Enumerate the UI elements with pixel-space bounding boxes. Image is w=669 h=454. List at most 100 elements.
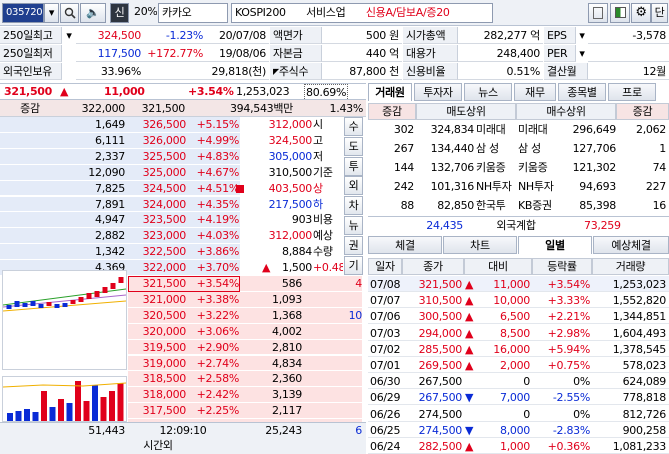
ask-price[interactable]: 325,500 [128, 149, 186, 165]
lower-tab-3[interactable]: 예상체결 [593, 236, 669, 254]
broker-sell-name[interactable]: 한국투 [476, 197, 520, 214]
broker-sell-qty: 134,440 [430, 142, 474, 155]
lower-tab-1[interactable]: 차트 [443, 236, 517, 254]
side-tab-4[interactable]: 차 [344, 196, 363, 216]
sound-button[interactable]: 🔈 [80, 3, 106, 23]
ask-price[interactable]: 326,500 [128, 117, 186, 133]
daily-close: 285,500 [418, 342, 462, 356]
summary-label: 기준 [313, 165, 333, 179]
lower-tab-0[interactable]: 체결 [368, 236, 442, 254]
bid-price[interactable]: 320,000 [128, 324, 186, 340]
lower-tab-2[interactable]: 일별 [518, 236, 592, 254]
candle-mark [30, 301, 36, 306]
bid-qty: 3,139 [272, 388, 302, 402]
broker-buy-name[interactable]: 키움증 [518, 159, 562, 176]
side-tab-0[interactable]: 수 [344, 117, 363, 136]
daily-head-3: 등락률 [532, 258, 592, 275]
high250-price: 324,500 [76, 27, 144, 44]
broker-panel: 거래원 투자자 뉴스 재무 종목별 프로 증감 매도상위 매수상위 증감 302 324,834 미… [368, 83, 669, 233]
bid-qty: 1,093 [272, 292, 302, 306]
broker-tab-5[interactable]: 프로 [608, 83, 656, 101]
volume-bar-mark [109, 391, 115, 421]
high250-dropdown[interactable]: ▾ [62, 27, 76, 44]
loan-label: 대용가 [403, 45, 458, 62]
broker-buy-name[interactable]: 삼 성 [518, 140, 562, 157]
bid-price[interactable]: 320,500 [128, 308, 186, 324]
daily-volume: 1,604,493 [612, 326, 666, 340]
ask-price[interactable]: 322,500 [128, 244, 186, 260]
daily-diff: 1,000 [500, 440, 530, 453]
volume-bar-mark [100, 397, 107, 421]
broker-buy-name[interactable]: NH투자 [518, 178, 562, 195]
bid-price[interactable]: 318,500 [128, 371, 186, 387]
bid-price[interactable]: 317,500 [128, 403, 186, 419]
side-tab-1[interactable]: 도 [344, 136, 363, 156]
broker-tab-4[interactable]: 종목별 [558, 83, 606, 101]
credit-ratio-label: 신용비율 [403, 63, 458, 80]
search-button[interactable] [60, 3, 79, 23]
bid-price[interactable]: 321,000 [128, 292, 186, 308]
broker-head-0: 증감 [368, 103, 416, 120]
ask-price[interactable]: 323,000 [128, 228, 186, 244]
volume-bar-mark [24, 409, 30, 421]
dan-button[interactable]: 단 [651, 3, 668, 23]
broker-sell-name[interactable]: 미래대 [476, 121, 520, 138]
ask-rate: +4.67% [196, 165, 239, 179]
broker-tab-3[interactable]: 재무 [514, 83, 556, 101]
daily-date: 07/08 [370, 278, 401, 291]
eps-dropdown[interactable]: ▾ [576, 27, 588, 44]
foreign-rate: 33.96% [76, 63, 144, 80]
daily-volume: 812,726 [622, 407, 666, 421]
bid-price[interactable]: 318,000 [128, 387, 186, 403]
candle-mark [110, 283, 116, 289]
credit-sin-button[interactable]: 신 [110, 3, 129, 23]
volume-ma-line [2, 382, 127, 388]
broker-tab-0[interactable]: 거래원 [368, 83, 412, 101]
per-dropdown[interactable]: ▾ [576, 45, 588, 62]
ask-rate: +4.19% [196, 213, 239, 227]
summary-value: 903 [291, 213, 312, 227]
layout-button[interactable] [610, 3, 630, 23]
foreign-label: 외국인보유 [0, 63, 62, 80]
side-tab-3[interactable]: 외 [344, 176, 363, 196]
broker-tab-1[interactable]: 투자자 [414, 83, 462, 101]
settings-button[interactable]: ⚙ [631, 3, 651, 23]
ask-price[interactable]: 322,000 [128, 260, 186, 276]
broker-buy-diff: 16 [652, 199, 666, 212]
candle-mark [6, 305, 12, 309]
side-tab-5[interactable]: 뉴 [344, 216, 363, 235]
broker-tab-2[interactable]: 뉴스 [464, 83, 512, 101]
price-rate: +3.54% [188, 85, 234, 98]
summary-value: 217,500 [268, 197, 312, 211]
code-dropdown-button[interactable]: ▾ [44, 3, 59, 23]
bid-extra [302, 403, 362, 419]
side-tab-6[interactable]: 권 [344, 235, 363, 255]
ask-price[interactable]: 323,500 [128, 212, 186, 228]
daily-diff: 0 [523, 407, 530, 421]
broker-buy-name[interactable]: KB증권 [518, 197, 562, 214]
ask-qty: 1,649 [95, 118, 125, 131]
summary-value: 305,000 [268, 149, 312, 163]
volume-bar-mark [7, 413, 13, 421]
broker-buy-name[interactable]: 미래대 [518, 121, 562, 138]
stock-code-input[interactable]: 035720 [2, 3, 44, 23]
ask-price[interactable]: 326,000 [128, 133, 186, 149]
daily-volume: 578,023 [622, 359, 666, 372]
ask-price[interactable]: 324,500 [128, 181, 186, 197]
daily-diff: 16,000 [493, 342, 530, 356]
bid-price[interactable]: 321,500 [128, 276, 186, 292]
broker-sell-name[interactable]: 삼 성 [476, 140, 520, 157]
bid-price[interactable]: 319,500 [128, 340, 186, 356]
daily-volume: 624,089 [622, 375, 666, 389]
broker-sell-name[interactable]: 키움증 [476, 159, 520, 176]
ask-price[interactable]: 324,000 [128, 197, 186, 213]
layout-icon [614, 7, 626, 18]
side-tab-2[interactable]: 투 [344, 156, 363, 176]
side-tab-7[interactable]: 기 [344, 255, 363, 275]
broker-sell-name[interactable]: NH투자 [476, 178, 520, 195]
doc-button[interactable] [588, 3, 608, 23]
bid-price[interactable]: 319,000 [128, 356, 186, 372]
ask-rate: +4.35% [196, 197, 239, 211]
footer-time-label[interactable]: 시간외 [128, 438, 188, 454]
ask-price[interactable]: 325,000 [128, 165, 186, 181]
